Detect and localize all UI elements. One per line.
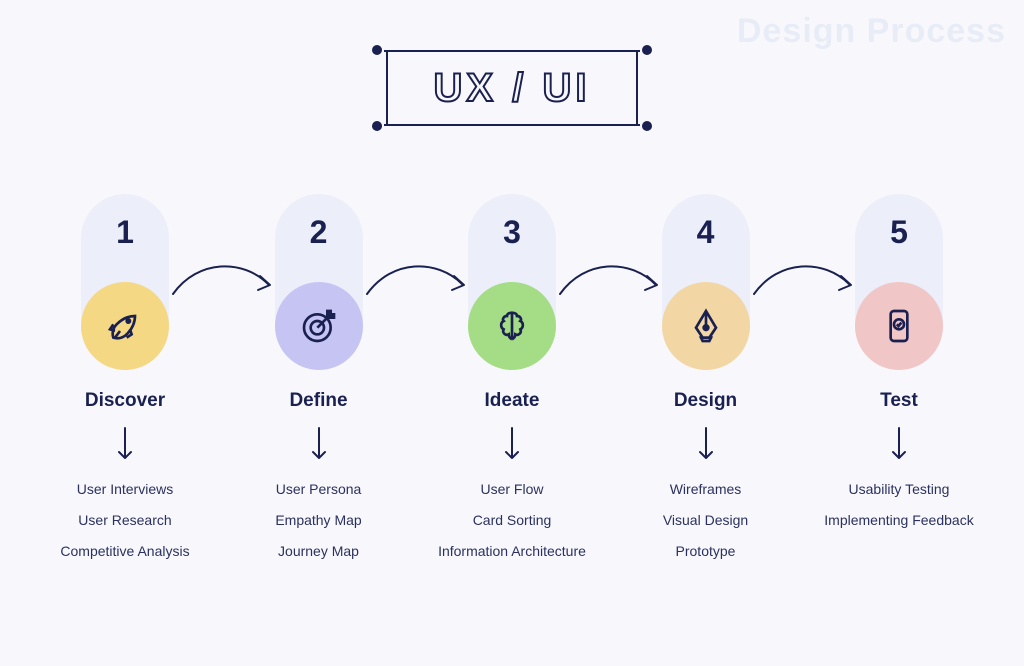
step-number: 5 <box>890 214 908 251</box>
task-item: User Research <box>60 505 189 536</box>
icon-circle <box>81 282 169 370</box>
down-arrow-icon <box>308 426 330 464</box>
icon-circle <box>275 282 363 370</box>
task-item: Wireframes <box>663 474 748 505</box>
task-item: User Flow <box>438 474 586 505</box>
task-list: Usability Testing Implementing Feedback <box>824 474 973 536</box>
stage-pill: 4 <box>662 194 750 370</box>
stage-pill: 5 <box>855 194 943 370</box>
stage-test: 5 Test Usability Testing Implementing Fe… <box>814 194 984 566</box>
title-badge: UX / UI <box>372 42 652 134</box>
icon-circle <box>468 282 556 370</box>
phone-check-icon <box>879 306 919 346</box>
task-item: Information Architecture <box>438 536 586 567</box>
down-arrow-icon <box>114 426 136 464</box>
stage-ideate: 3 Ideate User Flow Card Sorting Informat… <box>427 194 597 566</box>
step-number: 4 <box>697 214 715 251</box>
stage-pill: 1 <box>81 194 169 370</box>
step-number: 2 <box>310 214 328 251</box>
icon-circle <box>662 282 750 370</box>
rocket-icon <box>105 306 145 346</box>
stage-pill: 2 <box>275 194 363 370</box>
stage-title: Discover <box>85 390 165 412</box>
stage-title: Design <box>674 390 737 412</box>
watermark-text: Design Process <box>737 12 1006 51</box>
stage-title: Test <box>880 390 918 412</box>
task-item: Usability Testing <box>824 474 973 505</box>
icon-circle <box>855 282 943 370</box>
stage-title: Ideate <box>485 390 540 412</box>
task-list: Wireframes Visual Design Prototype <box>663 474 748 566</box>
task-list: User Persona Empathy Map Journey Map <box>275 474 361 566</box>
stages-row: 1 Discover User Interviews User Research… <box>40 194 984 566</box>
stage-title: Define <box>289 390 347 412</box>
task-item: Implementing Feedback <box>824 505 973 536</box>
task-item: User Persona <box>275 474 361 505</box>
down-arrow-icon <box>695 426 717 464</box>
task-item: Visual Design <box>663 505 748 536</box>
down-arrow-icon <box>501 426 523 464</box>
brain-icon <box>492 306 532 346</box>
task-item: Card Sorting <box>438 505 586 536</box>
title-text: UX / UI <box>372 42 652 134</box>
task-item: Empathy Map <box>275 505 361 536</box>
stage-pill: 3 <box>468 194 556 370</box>
task-item: Prototype <box>663 536 748 567</box>
down-arrow-icon <box>888 426 910 464</box>
task-item: User Interviews <box>60 474 189 505</box>
task-list: User Flow Card Sorting Information Archi… <box>438 474 586 566</box>
target-icon <box>299 306 339 346</box>
task-item: Journey Map <box>275 536 361 567</box>
step-number: 1 <box>116 214 134 251</box>
pen-icon <box>686 306 726 346</box>
stage-define: 2 Define User Persona Empathy Map Journe… <box>234 194 404 566</box>
step-number: 3 <box>503 214 521 251</box>
task-list: User Interviews User Research Competitiv… <box>60 474 189 566</box>
stage-design: 4 Design Wireframes Visual Design Protot… <box>621 194 791 566</box>
task-item: Competitive Analysis <box>60 536 189 567</box>
stage-discover: 1 Discover User Interviews User Research… <box>40 194 210 566</box>
